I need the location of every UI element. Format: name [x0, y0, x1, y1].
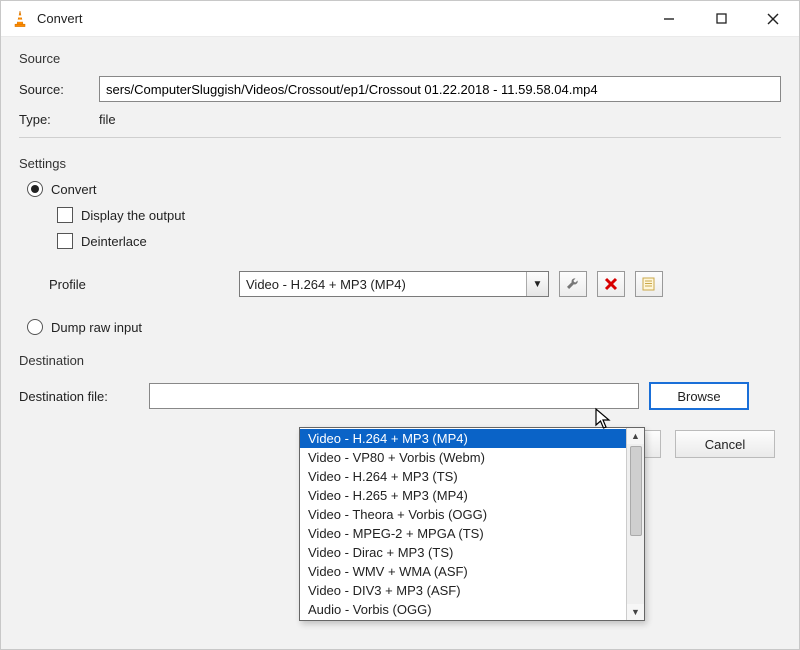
titlebar: Convert: [1, 1, 799, 37]
destination-group: Destination Destination file: Browse: [19, 353, 781, 410]
type-value: file: [99, 112, 116, 127]
minimize-button[interactable]: [643, 1, 695, 37]
profile-selected-value: Video - H.264 + MP3 (MP4): [246, 277, 406, 292]
profile-option[interactable]: Video - Dirac + MP3 (TS): [300, 543, 626, 562]
profile-combobox[interactable]: Video - H.264 + MP3 (MP4) ▼: [239, 271, 549, 297]
delete-icon: [604, 277, 618, 291]
type-label: Type:: [19, 112, 89, 127]
radio-icon: [27, 319, 43, 335]
source-group-label: Source: [19, 51, 781, 66]
convert-dialog: Convert Source Source: Type: file: [0, 0, 800, 650]
convert-radio-label: Convert: [51, 182, 97, 197]
new-profile-button[interactable]: [635, 271, 663, 297]
radio-icon: [27, 181, 43, 197]
destination-file-input[interactable]: [149, 383, 639, 409]
wrench-icon: [565, 276, 581, 292]
source-divider: [19, 137, 781, 138]
destination-group-label: Destination: [19, 353, 781, 368]
vlc-cone-icon: [11, 10, 29, 28]
maximize-button[interactable]: [695, 1, 747, 37]
profile-option[interactable]: Audio - Vorbis (OGG): [300, 600, 626, 619]
delete-profile-button[interactable]: [597, 271, 625, 297]
source-group: Source Source: Type: file: [19, 51, 781, 138]
source-path-input[interactable]: [99, 76, 781, 102]
scroll-down-icon[interactable]: ▼: [627, 604, 644, 620]
display-output-checkbox[interactable]: Display the output: [49, 207, 781, 223]
dump-raw-label: Dump raw input: [51, 320, 142, 335]
convert-radio[interactable]: Convert: [19, 181, 781, 197]
dialog-content: Source Source: Type: file Settings Conve…: [1, 37, 799, 649]
profile-option[interactable]: Video - H.264 + MP3 (MP4): [300, 429, 626, 448]
settings-group: Settings Convert Display the output Dein…: [19, 156, 781, 335]
deinterlace-checkbox[interactable]: Deinterlace: [49, 233, 781, 249]
profile-dropdown[interactable]: Video - H.264 + MP3 (MP4)Video - VP80 + …: [299, 427, 645, 621]
chevron-down-icon[interactable]: ▼: [526, 272, 548, 296]
display-output-label: Display the output: [81, 208, 185, 223]
profile-option[interactable]: Video - WMV + WMA (ASF): [300, 562, 626, 581]
profile-label: Profile: [19, 277, 229, 292]
profile-option[interactable]: Video - H.264 + MP3 (TS): [300, 467, 626, 486]
settings-group-label: Settings: [19, 156, 781, 171]
edit-profile-button[interactable]: [559, 271, 587, 297]
browse-button[interactable]: Browse: [649, 382, 749, 410]
new-profile-icon: [641, 276, 657, 292]
dropdown-scrollbar[interactable]: ▲ ▼: [626, 428, 644, 620]
deinterlace-label: Deinterlace: [81, 234, 147, 249]
profile-dropdown-list: Video - H.264 + MP3 (MP4)Video - VP80 + …: [300, 428, 626, 620]
destination-file-label: Destination file:: [19, 389, 139, 404]
profile-option[interactable]: Video - H.265 + MP3 (MP4): [300, 486, 626, 505]
cancel-button[interactable]: Cancel: [675, 430, 775, 458]
profile-option[interactable]: Video - Theora + Vorbis (OGG): [300, 505, 626, 524]
source-label: Source:: [19, 82, 89, 97]
scroll-thumb[interactable]: [630, 446, 642, 536]
profile-option[interactable]: Video - MPEG-2 + MPGA (TS): [300, 524, 626, 543]
close-button[interactable]: [747, 1, 799, 37]
profile-option[interactable]: Video - VP80 + Vorbis (Webm): [300, 448, 626, 467]
scroll-up-icon[interactable]: ▲: [627, 428, 644, 444]
dump-raw-radio[interactable]: Dump raw input: [19, 319, 781, 335]
checkbox-icon: [57, 207, 73, 223]
profile-option[interactable]: Video - DIV3 + MP3 (ASF): [300, 581, 626, 600]
window-title: Convert: [37, 11, 643, 26]
checkbox-icon: [57, 233, 73, 249]
